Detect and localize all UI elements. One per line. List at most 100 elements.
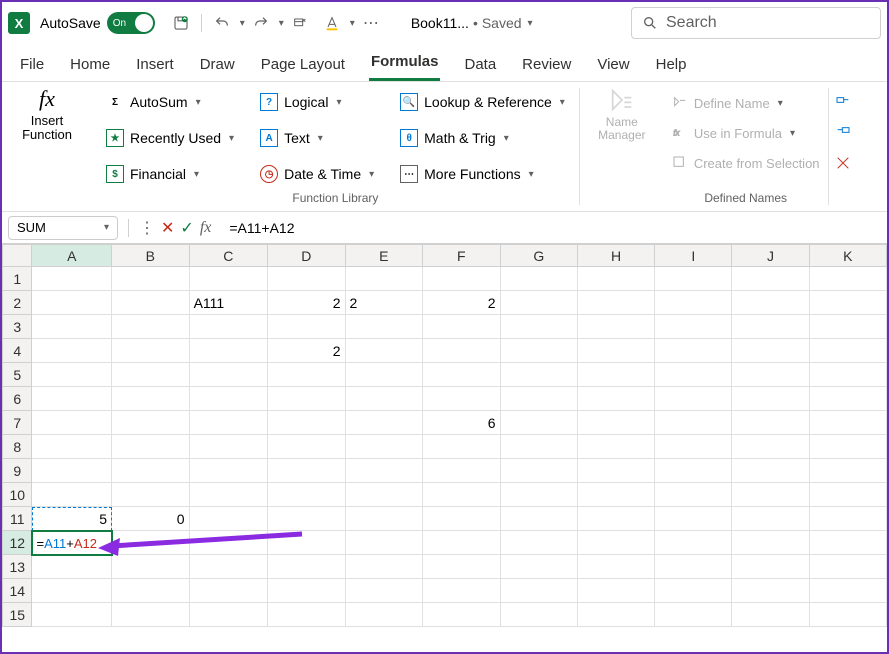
row-header-7[interactable]: 7 (3, 411, 32, 435)
use-in-formula-button[interactable]: fxUse in Formula▾ (672, 120, 820, 146)
cell-I11[interactable] (655, 507, 732, 531)
select-all-corner[interactable] (3, 245, 32, 267)
col-header-I[interactable]: I (655, 245, 732, 267)
cell-J9[interactable] (732, 459, 809, 483)
qat-overflow-icon[interactable]: ⋯ (357, 9, 385, 37)
cell-J3[interactable] (732, 315, 809, 339)
cell-F12[interactable] (423, 531, 501, 555)
cell-E8[interactable] (345, 435, 423, 459)
col-header-K[interactable]: K (809, 245, 886, 267)
cell-I9[interactable] (655, 459, 732, 483)
cell-C11[interactable] (189, 507, 267, 531)
cell-E10[interactable] (345, 483, 423, 507)
cell-I7[interactable] (655, 411, 732, 435)
cell-A15[interactable] (32, 603, 112, 627)
cell-C9[interactable] (189, 459, 267, 483)
more-options-icon[interactable]: ⋮ (139, 218, 155, 238)
cell-D2[interactable]: 2 (268, 291, 346, 315)
row-header-12[interactable]: 12 (3, 531, 32, 555)
cell-C7[interactable] (189, 411, 267, 435)
trace-precedents-button[interactable] (835, 90, 851, 116)
cell-D9[interactable] (268, 459, 346, 483)
logical-button[interactable]: ?Logical▾ (254, 86, 380, 118)
row-header-15[interactable]: 15 (3, 603, 32, 627)
cell-J2[interactable] (732, 291, 809, 315)
col-header-A[interactable]: A (32, 245, 112, 267)
cell-A1[interactable] (32, 267, 112, 291)
cell-D6[interactable] (268, 387, 346, 411)
cell-B12[interactable] (112, 531, 190, 555)
cell-C12[interactable] (189, 531, 267, 555)
cell-H2[interactable] (577, 291, 654, 315)
cell-G5[interactable] (500, 363, 577, 387)
cell-K11[interactable] (809, 507, 886, 531)
cell-J8[interactable] (732, 435, 809, 459)
cell-A9[interactable] (32, 459, 112, 483)
col-header-J[interactable]: J (732, 245, 809, 267)
cell-A6[interactable] (32, 387, 112, 411)
cell-I13[interactable] (655, 555, 732, 579)
cell-H8[interactable] (577, 435, 654, 459)
cell-J10[interactable] (732, 483, 809, 507)
cell-E2[interactable]: 2 (345, 291, 423, 315)
cell-E11[interactable] (345, 507, 423, 531)
cell-G2[interactable] (500, 291, 577, 315)
cell-C14[interactable] (189, 579, 267, 603)
cell-A4[interactable] (32, 339, 112, 363)
cell-I12[interactable] (655, 531, 732, 555)
cell-F2[interactable]: 2 (423, 291, 501, 315)
cell-F7[interactable]: 6 (423, 411, 501, 435)
cell-C2[interactable]: A111 (189, 291, 267, 315)
undo-dropdown-icon[interactable]: ▾ (240, 18, 245, 29)
cell-A8[interactable] (32, 435, 112, 459)
row-header-2[interactable]: 2 (3, 291, 32, 315)
cell-K3[interactable] (809, 315, 886, 339)
cell-D5[interactable] (268, 363, 346, 387)
cell-I6[interactable] (655, 387, 732, 411)
cell-D1[interactable] (268, 267, 346, 291)
cell-K5[interactable] (809, 363, 886, 387)
cell-D7[interactable] (268, 411, 346, 435)
cell-F14[interactable] (423, 579, 501, 603)
math-trig-button[interactable]: θMath & Trig▾ (394, 122, 571, 154)
row-header-8[interactable]: 8 (3, 435, 32, 459)
cell-F11[interactable] (423, 507, 501, 531)
cell-I5[interactable] (655, 363, 732, 387)
cell-H1[interactable] (577, 267, 654, 291)
cell-K10[interactable] (809, 483, 886, 507)
cell-C13[interactable] (189, 555, 267, 579)
cell-A5[interactable] (32, 363, 112, 387)
date-time-button[interactable]: ◷Date & Time▾ (254, 158, 380, 190)
cell-G3[interactable] (500, 315, 577, 339)
cell-G10[interactable] (500, 483, 577, 507)
cell-C15[interactable] (189, 603, 267, 627)
cell-C3[interactable] (189, 315, 267, 339)
cell-C4[interactable] (189, 339, 267, 363)
fx-icon[interactable]: fx (200, 219, 212, 237)
cell-E12[interactable] (345, 531, 423, 555)
cell-I10[interactable] (655, 483, 732, 507)
cell-G8[interactable] (500, 435, 577, 459)
cell-F8[interactable] (423, 435, 501, 459)
cell-D10[interactable] (268, 483, 346, 507)
cell-G1[interactable] (500, 267, 577, 291)
cell-A10[interactable] (32, 483, 112, 507)
cell-K7[interactable] (809, 411, 886, 435)
cell-D15[interactable] (268, 603, 346, 627)
cell-F6[interactable] (423, 387, 501, 411)
col-header-F[interactable]: F (423, 245, 501, 267)
cell-F13[interactable] (423, 555, 501, 579)
tab-help[interactable]: Help (654, 48, 689, 81)
col-header-D[interactable]: D (268, 245, 346, 267)
cell-B10[interactable] (112, 483, 190, 507)
cell-I2[interactable] (655, 291, 732, 315)
tab-insert[interactable]: Insert (134, 48, 176, 81)
col-header-G[interactable]: G (500, 245, 577, 267)
cell-B3[interactable] (112, 315, 190, 339)
cell-K9[interactable] (809, 459, 886, 483)
font-color-dropdown-icon[interactable]: ▾ (350, 18, 355, 29)
cell-D8[interactable] (268, 435, 346, 459)
cell-B13[interactable] (112, 555, 190, 579)
enter-icon[interactable]: ✓ (180, 218, 193, 238)
cell-H14[interactable] (577, 579, 654, 603)
